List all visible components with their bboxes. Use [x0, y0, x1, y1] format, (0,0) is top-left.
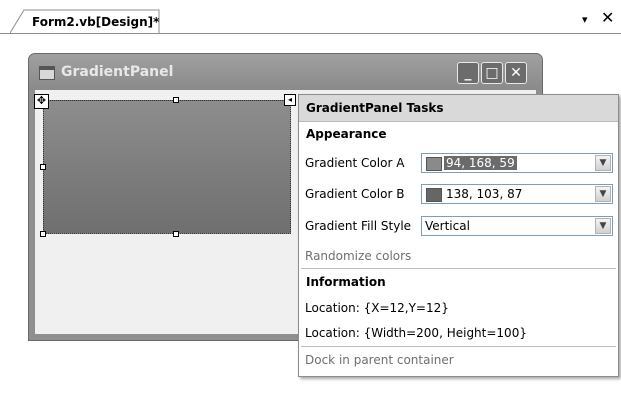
gradient-color-a-label: Gradient Color A — [305, 156, 405, 170]
gradient-fill-style-value: Vertical — [425, 219, 470, 233]
gradient-fill-style-dropdown[interactable]: Vertical ▼ — [421, 216, 613, 236]
gradient-color-b-dropdown[interactable]: 138, 103, 87 ▼ — [421, 184, 613, 204]
gradientpanel-tasks-panel: GradientPanel Tasks Appearance Gradient … — [298, 94, 619, 377]
gradient-color-b-value: 138, 103, 87 — [446, 187, 523, 201]
chevron-down-icon[interactable]: ▼ — [595, 186, 611, 202]
tasks-panel-header: GradientPanel Tasks — [299, 95, 618, 122]
maximize-button[interactable]: □ — [481, 62, 503, 84]
information-header: Information — [306, 275, 386, 289]
resize-handle-bottom-left[interactable] — [40, 231, 46, 237]
close-button[interactable]: ✕ — [505, 62, 527, 84]
location-info: Location: {X=12,Y=12} — [305, 301, 449, 315]
resize-handle-left[interactable] — [40, 164, 46, 170]
gradient-panel-control[interactable] — [43, 100, 291, 234]
gradient-color-b-label: Gradient Color B — [305, 187, 405, 201]
maximize-icon: □ — [485, 65, 499, 81]
section-divider — [301, 346, 616, 347]
resize-handle-bottom[interactable] — [173, 231, 179, 237]
document-tab-label: Form2.vb[Design]* — [32, 15, 160, 29]
form-title-bar[interactable]: GradientPanel _ □ ✕ — [29, 54, 542, 90]
minimize-icon: _ — [464, 65, 472, 81]
move-handle-icon[interactable]: ✥ — [34, 94, 49, 109]
tasks-panel-title: GradientPanel Tasks — [306, 101, 444, 115]
close-document-icon[interactable]: ✕ — [601, 8, 614, 27]
gradient-color-a-dropdown[interactable]: 94, 168, 59 ▼ — [421, 153, 613, 173]
document-tab[interactable]: Form2.vb[Design]* — [10, 9, 160, 34]
appearance-header: Appearance — [306, 127, 387, 141]
color-b-swatch — [426, 188, 442, 202]
gradient-fill-style-label: Gradient Fill Style — [305, 219, 412, 233]
color-a-swatch — [426, 157, 442, 171]
dock-in-parent-link[interactable]: Dock in parent container — [305, 353, 454, 367]
section-divider — [301, 268, 616, 269]
tab-list-dropdown-icon[interactable]: ▾ — [582, 13, 588, 26]
form-icon — [39, 66, 55, 80]
document-tab-strip: Form2.vb[Design]* ▾ ✕ — [0, 0, 621, 34]
gradient-color-a-value: 94, 168, 59 — [444, 156, 517, 170]
randomize-colors-link[interactable]: Randomize colors — [305, 249, 411, 263]
resize-handle-top[interactable] — [173, 97, 179, 103]
minimize-button[interactable]: _ — [457, 62, 479, 84]
size-info: Location: {Width=200, Height=100} — [305, 326, 527, 340]
chevron-down-icon[interactable]: ▼ — [595, 155, 611, 171]
close-icon: ✕ — [510, 65, 522, 81]
smart-tag-icon[interactable]: ◂ — [284, 94, 296, 106]
chevron-down-icon[interactable]: ▼ — [595, 218, 611, 234]
form-title: GradientPanel — [61, 64, 174, 80]
